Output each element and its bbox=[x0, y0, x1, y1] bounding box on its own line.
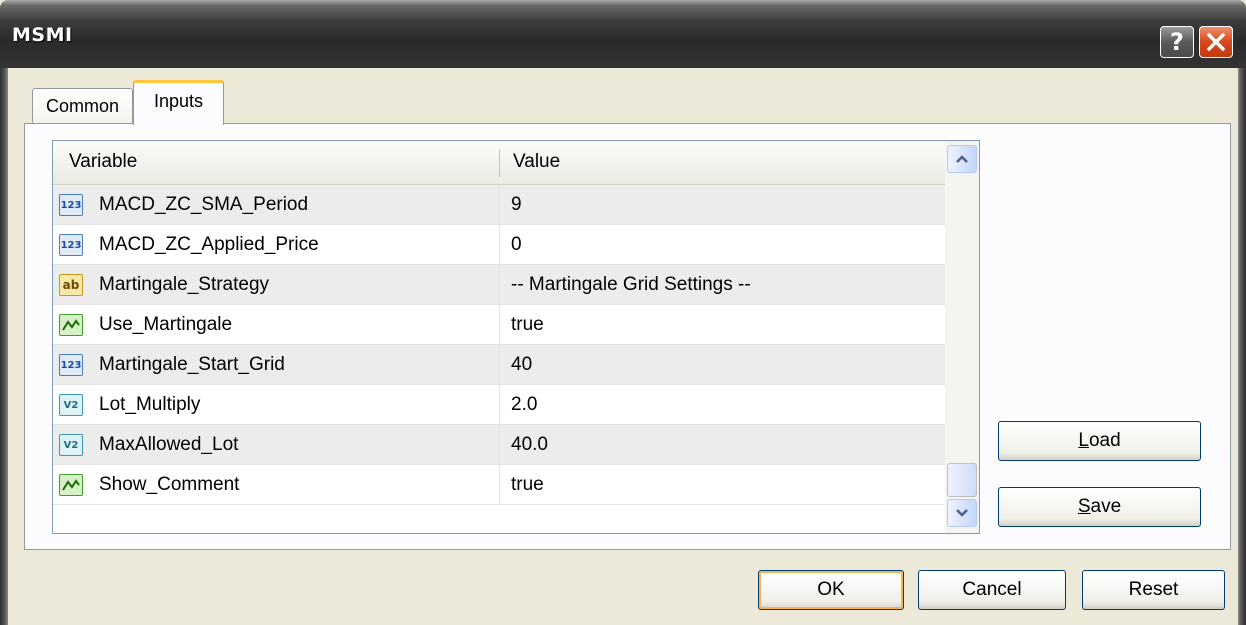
variable-value[interactable]: 0 bbox=[511, 225, 522, 265]
integer-icon: 123 bbox=[59, 354, 83, 376]
grid-row[interactable]: Use_Martingale true bbox=[53, 305, 945, 345]
variable-value[interactable]: 2.0 bbox=[511, 385, 537, 425]
cell-divider bbox=[499, 465, 500, 504]
load-button[interactable]: Load bbox=[998, 421, 1201, 461]
tab-inputs-label: Inputs bbox=[153, 90, 204, 111]
double-icon: V2 bbox=[59, 434, 83, 456]
variable-value[interactable]: 40 bbox=[511, 345, 532, 385]
close-button[interactable] bbox=[1199, 26, 1233, 58]
help-icon: ? bbox=[1170, 28, 1184, 56]
chevron-up-icon bbox=[956, 155, 968, 163]
variable-name: Use_Martingale bbox=[99, 314, 233, 335]
grid-row[interactable]: 123 MACD_ZC_SMA_Period 9 bbox=[53, 185, 945, 225]
help-button[interactable]: ? bbox=[1160, 26, 1194, 58]
variable-name: MACD_ZC_SMA_Period bbox=[99, 194, 309, 215]
window-title: MSMI bbox=[12, 24, 73, 46]
scroll-thumb[interactable] bbox=[947, 463, 977, 497]
column-header-variable[interactable]: Variable bbox=[69, 141, 137, 183]
variable-name: Martingale_Strategy bbox=[99, 274, 270, 295]
grid-row[interactable]: V2 MaxAllowed_Lot 40.0 bbox=[53, 425, 945, 465]
column-separator[interactable] bbox=[499, 149, 500, 177]
window-frame-left bbox=[0, 68, 8, 625]
close-icon bbox=[1207, 33, 1225, 51]
tab-common-label: Common bbox=[45, 96, 120, 116]
grid-rows: 123 MACD_ZC_SMA_Period 9 123 MACD_ZC_App… bbox=[53, 185, 945, 505]
variable-name: Martingale_Start_Grid bbox=[99, 354, 285, 375]
cell-divider bbox=[499, 265, 500, 304]
cell-divider bbox=[499, 385, 500, 424]
tab-inputs[interactable]: Inputs bbox=[133, 80, 224, 125]
grid-row[interactable]: Show_Comment true bbox=[53, 465, 945, 505]
chevron-down-icon bbox=[956, 509, 968, 517]
cell-divider bbox=[499, 225, 500, 264]
variable-name: Lot_Multiply bbox=[99, 394, 201, 415]
cell-divider bbox=[499, 345, 500, 384]
variable-value[interactable]: true bbox=[511, 305, 544, 345]
variable-value[interactable]: 9 bbox=[511, 185, 522, 225]
variable-name: Show_Comment bbox=[99, 474, 240, 495]
column-header-value[interactable]: Value bbox=[513, 141, 560, 183]
window-frame-right bbox=[1238, 68, 1246, 625]
grid-row[interactable]: 123 Martingale_Start_Grid 40 bbox=[53, 345, 945, 385]
save-button[interactable]: Save bbox=[998, 487, 1201, 527]
cell-divider bbox=[499, 185, 500, 224]
variable-value[interactable]: 40.0 bbox=[511, 425, 548, 465]
ok-button[interactable]: OK bbox=[758, 570, 904, 610]
reset-button[interactable]: Reset bbox=[1082, 570, 1225, 610]
double-icon: V2 bbox=[59, 394, 83, 416]
string-icon: ab bbox=[59, 274, 83, 296]
grid-row[interactable]: V2 Lot_Multiply 2.0 bbox=[53, 385, 945, 425]
integer-icon: 123 bbox=[59, 234, 83, 256]
tab-common[interactable]: Common bbox=[32, 88, 133, 124]
inputs-grid[interactable]: Variable Value 123 MACD_ZC_SMA_Period 9 … bbox=[52, 140, 980, 534]
scroll-up-button[interactable] bbox=[947, 145, 977, 173]
boolean-icon bbox=[59, 314, 83, 336]
variable-value[interactable]: true bbox=[511, 465, 544, 505]
cancel-button[interactable]: Cancel bbox=[918, 570, 1066, 610]
grid-header: Variable Value bbox=[53, 141, 945, 185]
variable-name: MACD_ZC_Applied_Price bbox=[99, 234, 319, 255]
scroll-down-button[interactable] bbox=[947, 499, 977, 527]
grid-row[interactable]: 123 MACD_ZC_Applied_Price 0 bbox=[53, 225, 945, 265]
title-bar[interactable]: MSMI ? bbox=[0, 0, 1246, 68]
vertical-scrollbar[interactable] bbox=[945, 141, 979, 533]
cell-divider bbox=[499, 305, 500, 344]
cell-divider bbox=[499, 425, 500, 464]
integer-icon: 123 bbox=[59, 194, 83, 216]
grid-row[interactable]: ab Martingale_Strategy -- Martingale Gri… bbox=[53, 265, 945, 305]
variable-value[interactable]: -- Martingale Grid Settings -- bbox=[511, 265, 751, 305]
save-button-label: Save bbox=[1077, 496, 1122, 517]
variable-name: MaxAllowed_Lot bbox=[99, 434, 239, 455]
load-button-label: Load bbox=[1078, 430, 1121, 451]
boolean-icon bbox=[59, 474, 83, 496]
